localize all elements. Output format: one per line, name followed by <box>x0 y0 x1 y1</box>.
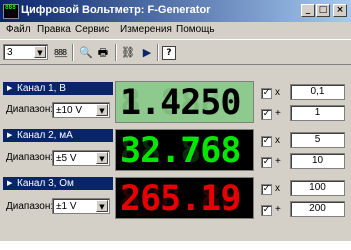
chevron-down-icon[interactable]: ▼ <box>34 46 46 58</box>
channel-3-multiplier-field[interactable]: 100 <box>290 180 345 196</box>
voltmeter-app-icon: 888 <box>3 4 19 19</box>
chevron-down-icon[interactable]: ▼ <box>96 104 108 116</box>
channel-1-range-select[interactable]: ±10 V ▼ <box>52 102 110 118</box>
channel-1-offset-checkbox[interactable]: ✓ <box>261 109 272 120</box>
play-icon[interactable]: ▶ <box>139 45 155 60</box>
channel-3-range-value: ±1 V <box>56 201 77 212</box>
menu-help[interactable]: Помощь <box>176 24 215 35</box>
range-label: Диапазон: <box>6 152 54 163</box>
channel-3-range-select[interactable]: ±1 V ▼ <box>52 198 110 214</box>
maximize-button[interactable]: □ <box>316 4 330 17</box>
expand-arrow-icon: ▶ <box>7 85 13 92</box>
channel-3-header[interactable]: ▶ Канал 3, Ом <box>3 177 113 190</box>
channel-3-reading: 265.19 <box>120 179 241 219</box>
multiply-sign: x <box>275 183 280 194</box>
channel-1-offset-field[interactable]: 1 <box>290 105 345 121</box>
minimize-button[interactable]: _ <box>301 4 315 17</box>
probe-icon[interactable]: 🔍 <box>78 45 94 60</box>
channel-count-value: 3 <box>7 47 13 58</box>
chevron-down-icon[interactable]: ▼ <box>96 200 108 212</box>
window-title: Цифровой Вольтметр: F-Generator <box>21 4 211 16</box>
title-bar[interactable]: 888 Цифровой Вольтметр: F-Generator _ □ … <box>0 0 351 22</box>
channel-3-label: Канал 3, Ом <box>17 178 74 189</box>
app-icon-text: 888 <box>5 4 16 11</box>
channel-1-multiplier-checkbox[interactable]: ✓ <box>261 88 272 99</box>
channel-2-reading: 32.768 <box>120 131 241 171</box>
close-button[interactable]: × <box>333 4 347 17</box>
channel-2-label: Канал 2, мА <box>17 130 73 141</box>
channel-3-multiplier-checkbox[interactable]: ✓ <box>261 184 272 195</box>
connect-icon[interactable]: ⛓ <box>120 45 136 60</box>
toolbar: 3 ▼ 8̲8̲8̲ 🔍 🖶 ⛓ ▶ ? <box>0 39 351 65</box>
multiply-sign: x <box>275 87 280 98</box>
menu-measurements[interactable]: Измерения <box>120 24 172 35</box>
plus-sign: + <box>275 108 281 119</box>
range-label: Диапазон: <box>6 104 54 115</box>
plus-sign: + <box>275 204 281 215</box>
channel-1-range-value: ±10 V <box>56 105 83 116</box>
channel-2-multiplier-field[interactable]: 5 <box>290 132 345 148</box>
channel-1-label: Канал 1, В <box>17 83 66 94</box>
channel-1-header[interactable]: ▶ Канал 1, В <box>3 82 113 95</box>
multiply-sign: x <box>275 135 280 146</box>
expand-arrow-icon: ▶ <box>7 180 13 187</box>
chevron-down-icon[interactable]: ▼ <box>96 152 108 164</box>
channel-2-offset-checkbox[interactable]: ✓ <box>261 157 272 168</box>
toolbar-separator <box>157 44 159 61</box>
channel-3-offset-field[interactable]: 200 <box>290 201 345 217</box>
channel-2-display: 88.888 32.768 <box>115 129 254 171</box>
channel-2-range-value: ±5 V <box>56 153 77 164</box>
range-label: Диапазон: <box>6 201 54 212</box>
toolbar-separator <box>72 44 74 61</box>
menu-bar: Файл Правка Сервис Измерения Помощь <box>0 22 351 39</box>
device-icon[interactable]: 🖶 <box>95 45 111 60</box>
channel-2-multiplier-checkbox[interactable]: ✓ <box>261 136 272 147</box>
toolbar-separator <box>115 44 117 61</box>
channel-1-reading: 1.4250 <box>120 83 241 123</box>
main-window: 888 Цифровой Вольтметр: F-Generator _ □ … <box>0 0 351 241</box>
channel-3-display: 888.88 265.19 <box>115 177 254 219</box>
channel-1-display: 8.8888 1.4250 <box>115 81 254 123</box>
menu-service[interactable]: Сервис <box>75 24 109 35</box>
channel-2-header[interactable]: ▶ Канал 2, мА <box>3 129 113 142</box>
menu-edit[interactable]: Правка <box>37 24 71 35</box>
plus-sign: + <box>275 156 281 167</box>
channel-count-select[interactable]: 3 ▼ <box>3 44 48 60</box>
channel-3-offset-checkbox[interactable]: ✓ <box>261 205 272 216</box>
channel-1-multiplier-field[interactable]: 0,1 <box>290 84 345 100</box>
expand-arrow-icon: ▶ <box>7 132 13 139</box>
channel-2-offset-field[interactable]: 10 <box>290 153 345 169</box>
menu-file[interactable]: Файл <box>6 24 31 35</box>
help-icon[interactable]: ? <box>162 46 176 60</box>
digits-icon[interactable]: 8̲8̲8̲ <box>52 45 68 60</box>
channel-2-range-select[interactable]: ±5 V ▼ <box>52 150 110 166</box>
window-bottom-margin <box>0 241 351 250</box>
